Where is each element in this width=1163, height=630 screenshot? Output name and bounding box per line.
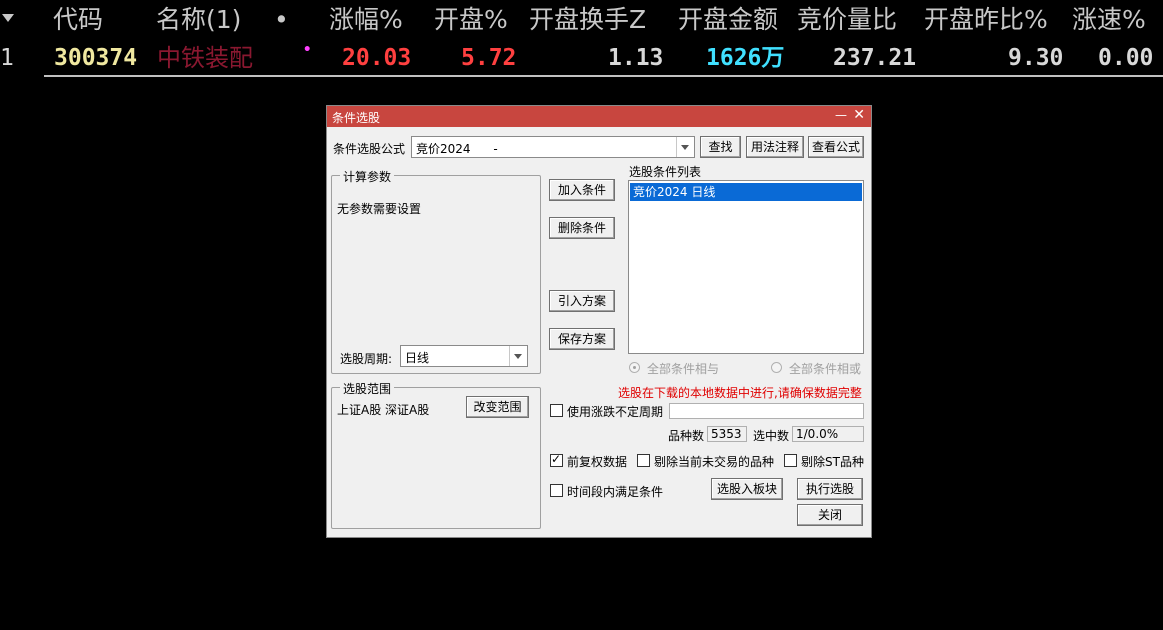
open-pct-value: 5.72 — [461, 45, 517, 71]
exclude-st-label: 剔除ST品种 — [801, 455, 864, 469]
params-group-title: 计算参数 — [340, 168, 395, 185]
period-label: 选股周期: — [340, 352, 393, 366]
open-turnover-value: 1.13 — [608, 45, 664, 71]
selected-label: 选中数 — [753, 429, 790, 443]
chevron-down-icon[interactable] — [509, 346, 527, 366]
open-prev-ratio-value: 9.30 — [1008, 45, 1064, 71]
chevron-down-icon[interactable] — [676, 137, 694, 157]
usage-notes-button[interactable]: 用法注释 — [746, 136, 804, 158]
variable-period-field[interactable] — [669, 403, 864, 419]
formula-select-value: 竞价2024 - — [416, 142, 498, 156]
open-amount-value: 1626万 — [706, 45, 785, 71]
selected-value: 1/0.0% — [792, 426, 864, 442]
col-marker[interactable]: • — [274, 4, 289, 36]
speed-pct-value: 0.00 — [1098, 45, 1154, 71]
dialog-titlebar[interactable]: 条件选股 — ✕ — [327, 106, 871, 127]
exclude-no-trade-label: 剔除当前未交易的品种 — [654, 455, 775, 469]
import-plan-button[interactable]: 引入方案 — [549, 290, 615, 312]
col-speed-pct[interactable]: 涨速% — [1072, 4, 1146, 36]
row-selection-underline — [44, 75, 1163, 77]
quote-table-header: 代码 名称(1) • 涨幅% 开盘% 开盘换手Z 开盘金额 竞价量比 开盘昨比%… — [0, 0, 1163, 40]
stock-code: 300374 — [54, 45, 138, 71]
radio-and-label: 全部条件相与 — [647, 362, 720, 376]
scope-group-title: 选股范围 — [340, 380, 395, 397]
auction-ratio-value: 237.21 — [833, 45, 917, 71]
period-select-value: 日线 — [405, 351, 430, 365]
change-scope-button[interactable]: 改变范围 — [466, 396, 529, 418]
exclude-no-trade-checkbox[interactable] — [637, 454, 650, 467]
time-period-label: 时间段内满足条件 — [567, 485, 664, 499]
col-open-prev-ratio[interactable]: 开盘昨比% — [924, 4, 1048, 36]
close-button[interactable]: 关闭 — [797, 504, 863, 526]
condition-list[interactable]: 竞价2024 日线 — [628, 180, 864, 354]
execute-button[interactable]: 执行选股 — [797, 478, 863, 500]
find-button[interactable]: 查找 — [700, 136, 741, 158]
col-name[interactable]: 名称(1) — [156, 4, 241, 36]
marker-dot: • — [303, 42, 312, 58]
period-select[interactable]: 日线 — [400, 345, 528, 367]
close-icon[interactable]: ✕ — [853, 107, 865, 123]
params-text: 无参数需要设置 — [337, 202, 422, 216]
row-index: 1 — [0, 45, 14, 71]
add-condition-button[interactable]: 加入条件 — [549, 179, 615, 201]
condition-list-label: 选股条件列表 — [629, 165, 702, 179]
scope-group: 选股范围 上证A股 深证A股 改变范围 — [331, 380, 541, 529]
col-auction-ratio[interactable]: 竞价量比 — [797, 4, 897, 36]
save-plan-button[interactable]: 保存方案 — [549, 328, 615, 350]
params-group: 计算参数 无参数需要设置 选股周期: 日线 — [331, 168, 541, 374]
view-formula-button[interactable]: 查看公式 — [808, 136, 864, 158]
forward-adjust-checkbox[interactable]: ✓ — [550, 452, 563, 467]
formula-select[interactable]: 竞价2024 - — [411, 136, 695, 158]
radio-or-label: 全部条件相或 — [789, 362, 862, 376]
time-period-checkbox[interactable] — [550, 484, 563, 497]
count-value: 5353 — [707, 426, 747, 442]
scope-text: 上证A股 深证A股 — [337, 403, 430, 417]
radio-or[interactable] — [771, 362, 782, 373]
dropdown-arrow-icon[interactable] — [2, 14, 14, 22]
exclude-st-checkbox[interactable] — [784, 454, 797, 467]
variable-period-checkbox[interactable] — [550, 404, 563, 417]
col-change-pct[interactable]: 涨幅% — [329, 4, 403, 36]
minimize-icon[interactable]: — — [835, 108, 847, 122]
col-open-turnover[interactable]: 开盘换手Z — [529, 4, 646, 36]
delete-condition-button[interactable]: 删除条件 — [549, 217, 615, 239]
dialog-title: 条件选股 — [332, 111, 381, 125]
checkmark-icon: ✓ — [551, 452, 562, 466]
stock-name: 中铁装配 — [157, 44, 253, 72]
col-code[interactable]: 代码 — [53, 4, 103, 36]
add-to-block-button[interactable]: 选股入板块 — [711, 478, 783, 500]
col-open-pct[interactable]: 开盘% — [434, 4, 508, 36]
table-row[interactable]: 1 300374 中铁装配 • 20.03 5.72 1.13 1626万 23… — [0, 40, 1163, 76]
col-open-amount[interactable]: 开盘金额 — [678, 4, 778, 36]
variable-period-label: 使用涨跌不定周期 — [567, 405, 664, 419]
radio-and[interactable] — [629, 362, 640, 373]
stock-filter-dialog: 条件选股 — ✕ 条件选股公式 竞价2024 - 查找 用法注释 查看公式 计算… — [326, 105, 872, 538]
change-pct-value: 20.03 — [342, 45, 412, 71]
data-warning: 选股在下载的本地数据中进行,请确保数据完整 — [618, 386, 862, 400]
list-item[interactable]: 竞价2024 日线 — [630, 183, 862, 201]
forward-adjust-label: 前复权数据 — [567, 455, 628, 469]
formula-label: 条件选股公式 — [333, 142, 406, 156]
count-label: 品种数 — [668, 429, 705, 443]
